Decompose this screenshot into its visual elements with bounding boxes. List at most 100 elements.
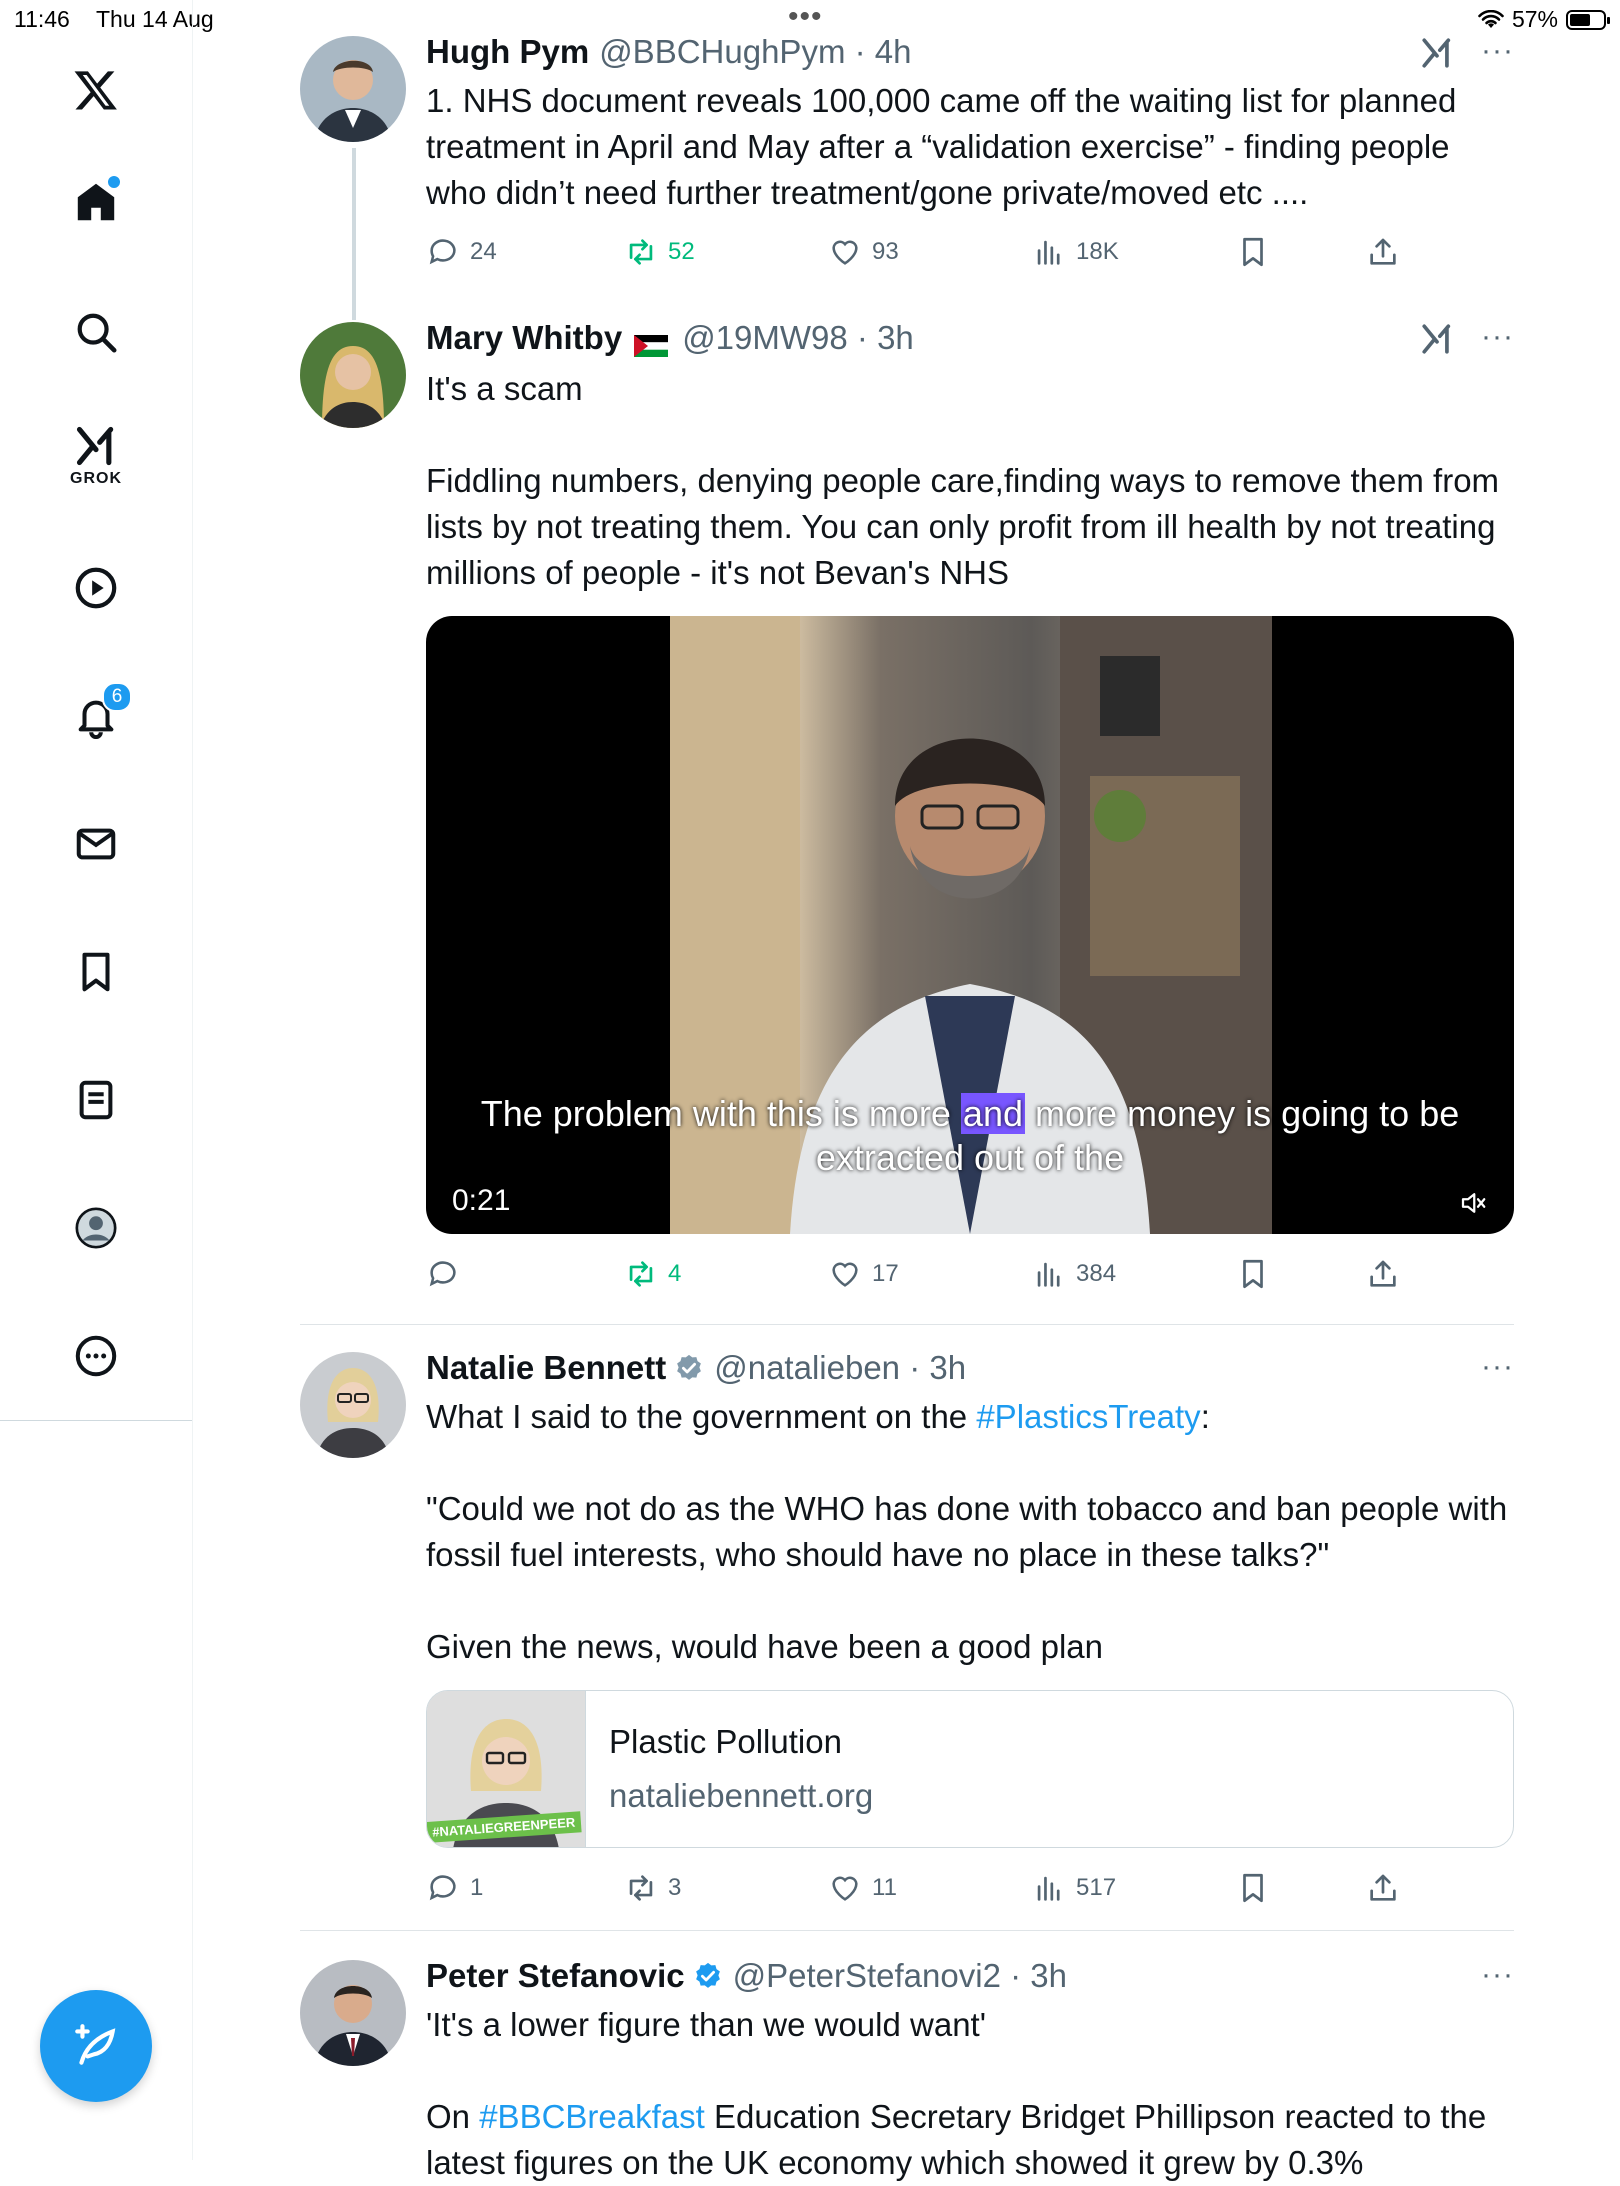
- reply-icon: [429, 1261, 456, 1287]
- grok-explain-icon[interactable]: [1420, 36, 1454, 70]
- link-card-thumbnail: #NATALIEGREENPEER: [427, 1691, 586, 1847]
- profile-avatar-icon[interactable]: [66, 1198, 126, 1258]
- like-button[interactable]: 11: [828, 1868, 897, 1908]
- home-unread-dot: [106, 174, 122, 190]
- tweet-divider: [300, 1324, 1514, 1325]
- link-card-title: Plastic Pollution: [609, 1723, 842, 1760]
- x-logo-icon[interactable]: [66, 60, 126, 120]
- bookmark-icon: [1243, 1873, 1263, 1903]
- share-button[interactable]: [1366, 232, 1400, 272]
- author-name[interactable]: Peter Stefanovic: [426, 1957, 685, 1995]
- tweet-actions: 4 17 384: [426, 1254, 1426, 1294]
- bookmark-icon: [1243, 1259, 1263, 1289]
- views-count: 384: [1076, 1260, 1117, 1287]
- mute-icon[interactable]: [1458, 1188, 1488, 1218]
- grok-icon: [76, 426, 114, 466]
- like-button[interactable]: 93: [828, 232, 899, 272]
- like-button[interactable]: 17: [828, 1254, 899, 1294]
- repost-button[interactable]: 52: [624, 232, 695, 272]
- sidebar-item-grok[interactable]: GROK: [66, 424, 126, 500]
- avatar[interactable]: [300, 1352, 406, 1458]
- compose-feather-icon: [75, 2024, 116, 2065]
- post-time[interactable]: 3h: [929, 1349, 966, 1387]
- tweet-header: Hugh Pym @BBCHughPym · 4h: [426, 33, 912, 71]
- bookmarks-icon[interactable]: [66, 942, 126, 1002]
- views-button[interactable]: 18K: [1032, 232, 1119, 272]
- more-options-icon[interactable]: ···: [1481, 320, 1514, 354]
- like-count: 93: [872, 238, 899, 265]
- tweet-divider: [300, 1930, 1514, 1931]
- repost-button[interactable]: 4: [624, 1254, 681, 1294]
- video-caption: The problem with this is more and more m…: [480, 1093, 1460, 1178]
- views-button[interactable]: 517: [1032, 1868, 1116, 1908]
- status-right: 57%: [1478, 6, 1610, 33]
- bookmark-button[interactable]: [1236, 232, 1270, 272]
- more-options-icon[interactable]: ···: [1481, 1958, 1514, 1992]
- reply-button[interactable]: [426, 1254, 470, 1294]
- views-chart-icon: [1037, 1876, 1060, 1901]
- tweet-text: What I said to the government on the #Pl…: [426, 1398, 1508, 1665]
- grok-explain-icon[interactable]: [1420, 322, 1454, 356]
- avatar[interactable]: [300, 36, 406, 142]
- more-options-icon[interactable]: ···: [1481, 34, 1514, 68]
- repost-button[interactable]: 3: [624, 1868, 681, 1908]
- verified-badge-icon: [695, 1962, 720, 1988]
- share-button[interactable]: [1366, 1254, 1400, 1294]
- bookmark-button[interactable]: [1236, 1868, 1270, 1908]
- author-handle[interactable]: @PeterStefanovi2: [733, 1957, 1001, 1995]
- post-time[interactable]: 3h: [1030, 1957, 1067, 1995]
- heart-icon: [832, 1876, 858, 1901]
- tweet-text: 1. NHS document reveals 100,000 came off…: [426, 82, 1457, 211]
- author-name[interactable]: Natalie Bennett: [426, 1349, 666, 1387]
- author-handle[interactable]: @19MW98: [682, 319, 848, 357]
- avatar[interactable]: [300, 322, 406, 428]
- bookmark-button[interactable]: [1236, 1254, 1270, 1294]
- avatar[interactable]: [300, 1960, 406, 2066]
- verified-badge-icon: [677, 1354, 702, 1380]
- home-icon[interactable]: [66, 172, 126, 232]
- tweet-header: Mary Whitby @19MW98 · 3h: [426, 319, 914, 357]
- search-icon[interactable]: [66, 302, 126, 362]
- more-options-icon[interactable]: ···: [1481, 1350, 1514, 1384]
- like-count: 11: [872, 1874, 897, 1901]
- notifications-bell-icon[interactable]: 6: [66, 682, 132, 746]
- messages-envelope-icon[interactable]: [66, 814, 126, 874]
- author-handle[interactable]: @natalieben: [714, 1349, 900, 1387]
- hashtag-link[interactable]: #PlasticsTreaty: [976, 1398, 1200, 1435]
- reply-button[interactable]: 1: [426, 1868, 483, 1908]
- sidebar-divider: [0, 1420, 192, 1421]
- video-play-icon[interactable]: [66, 558, 126, 618]
- heart-icon: [832, 1262, 858, 1287]
- video-player[interactable]: The problem with this is more and more m…: [426, 616, 1514, 1234]
- author-handle[interactable]: @BBCHughPym: [599, 33, 845, 71]
- tweet-actions: 24 52 93 18K: [426, 232, 1426, 272]
- link-card[interactable]: #NATALIEGREENPEER Plastic Pollution nata…: [426, 1690, 1514, 1848]
- share-icon: [1370, 238, 1396, 265]
- tweet-header: Natalie Bennett @natalieben · 3h: [426, 1349, 967, 1387]
- share-icon: [1370, 1260, 1396, 1287]
- share-icon: [1370, 1874, 1396, 1901]
- thread-connector: [352, 148, 356, 320]
- post-time[interactable]: 3h: [877, 319, 914, 357]
- like-count: 17: [872, 1260, 899, 1287]
- lists-icon[interactable]: [66, 1070, 126, 1130]
- hashtag-link[interactable]: #BBCBreakfast: [479, 2098, 705, 2135]
- palestine-flag-icon: [634, 327, 669, 357]
- reply-count: 24: [470, 238, 497, 265]
- tweet-actions: 1 3 11 517: [426, 1868, 1426, 1908]
- reply-icon: [429, 239, 456, 265]
- multitasking-dots[interactable]: •••: [788, 0, 823, 34]
- heart-icon: [832, 240, 858, 265]
- author-name[interactable]: Mary Whitby: [426, 319, 622, 357]
- post-time[interactable]: 4h: [875, 33, 912, 71]
- views-button[interactable]: 384: [1032, 1254, 1116, 1294]
- views-chart-icon: [1037, 240, 1060, 265]
- reply-count: 1: [470, 1874, 484, 1901]
- compose-post-button[interactable]: [40, 1990, 152, 2102]
- reply-button[interactable]: 24: [426, 232, 497, 272]
- wifi-icon: [1478, 9, 1504, 28]
- author-name[interactable]: Hugh Pym: [426, 33, 589, 71]
- share-button[interactable]: [1366, 1868, 1400, 1908]
- more-options-icon[interactable]: [66, 1326, 126, 1386]
- repost-icon: [629, 1875, 653, 1901]
